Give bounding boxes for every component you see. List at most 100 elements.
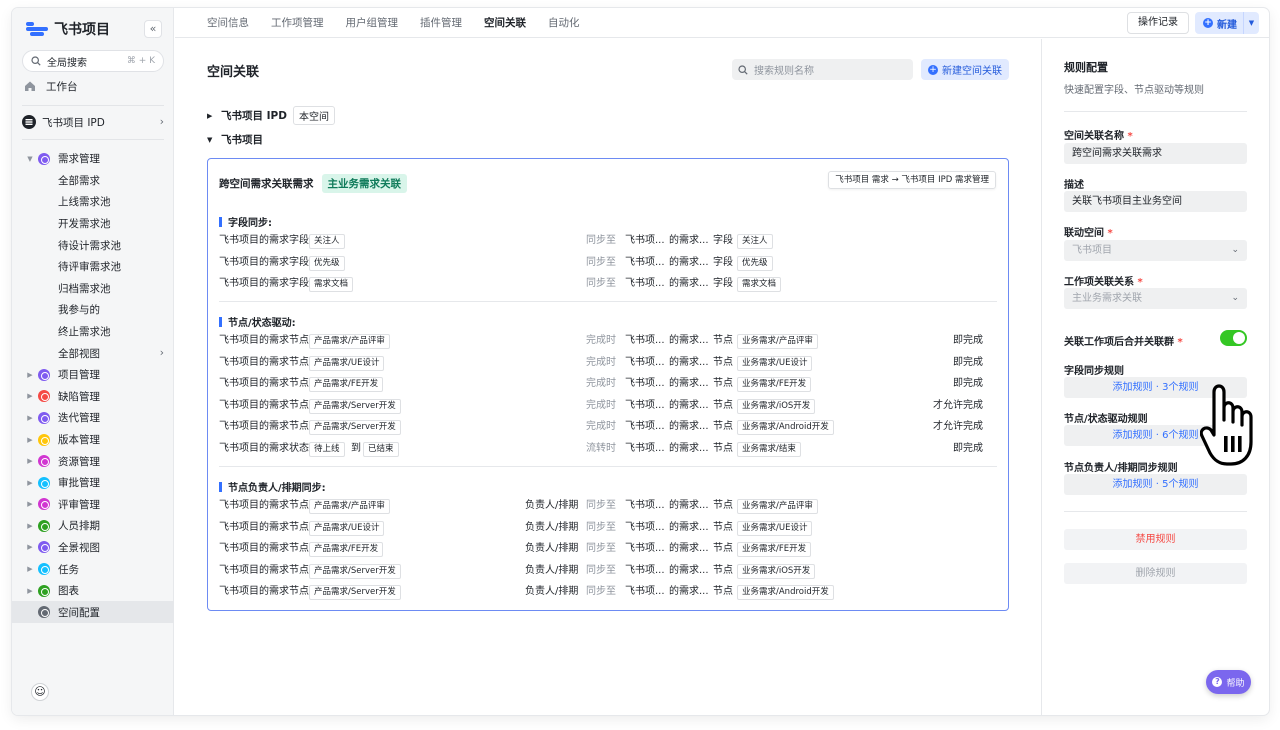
sidebar-module[interactable]: ▶ 全景视图: [12, 537, 174, 559]
sidebar-module[interactable]: ▶ 评审管理: [12, 494, 174, 516]
sidebar-item-label: 归档需求池: [58, 282, 111, 295]
relation-card[interactable]: 跨空间需求关联需求 主业务需求关联 飞书项目 需求 → 飞书项目 IPD 需求管…: [207, 158, 1009, 611]
module-icon: [38, 476, 50, 489]
sidebar-module[interactable]: ▶ 项目管理: [12, 364, 174, 386]
expand-arrow-icon[interactable]: ▶: [22, 543, 38, 551]
rule-row: 飞书项目的需求节点 产品需求/FE开发 负责人/排期 同步至 飞书项... 的需求... 节…: [219, 541, 999, 558]
new-button[interactable]: + 新建 ▼: [1195, 12, 1259, 34]
target-type-label: 的需求...: [669, 586, 709, 598]
expand-arrow-icon[interactable]: ▼: [22, 155, 38, 163]
sidebar-module[interactable]: ▶ 图表: [12, 580, 174, 602]
project-icon: [22, 115, 36, 129]
plus-icon: +: [1203, 18, 1213, 28]
source-chip: 产品需求/FE开发: [309, 542, 384, 558]
tab-5[interactable]: 自动化: [548, 15, 580, 30]
sidebar-item[interactable]: 待评审需求池: [12, 256, 174, 278]
target-type-label: 的需求...: [669, 443, 709, 454]
sidebar-module[interactable]: ▶ 资源管理: [12, 450, 174, 472]
relation-route-badge: 飞书项目 需求 → 飞书项目 IPD 需求管理: [828, 171, 996, 189]
user-avatar[interactable]: ☺: [31, 683, 49, 701]
sidebar-item[interactable]: 待设计需求池: [12, 234, 174, 256]
action-label: 完成时: [586, 421, 616, 433]
delete-rule-button[interactable]: 删除规则: [1064, 563, 1247, 584]
name-input[interactable]: 跨空间需求关联需求: [1064, 143, 1247, 164]
sidebar-module[interactable]: ▼ 需求管理: [12, 148, 174, 170]
expand-arrow-icon[interactable]: ▶: [22, 457, 38, 465]
rule-row: 飞书项目的需求字段 关注人 同步至 飞书项... 的需求... 字段 关注人: [219, 233, 999, 249]
sidebar-item[interactable]: 终止需求池: [12, 321, 174, 343]
tab-1[interactable]: 工作项管理: [271, 15, 324, 30]
expand-arrow-icon[interactable]: ▶: [22, 479, 38, 487]
workbench-link[interactable]: 工作台: [22, 76, 174, 96]
rule-row: 飞书项目的需求节点 产品需求/Server开发 负责人/排期 同步至 飞书项... 的需求…: [219, 584, 999, 601]
source-chip: 产品需求/产品评审: [309, 499, 390, 514]
disable-rule-button[interactable]: 禁用规则: [1064, 529, 1247, 550]
expand-arrow-icon[interactable]: ▶: [22, 392, 38, 400]
app-logo[interactable]: 飞书项目: [26, 18, 110, 40]
sidebar-item-label: 资源管理: [58, 455, 100, 468]
owner-schedule-label: 负责人/排期: [525, 500, 579, 511]
sidebar-item[interactable]: 全部视图 ›: [12, 342, 174, 364]
chevron-down-icon: ⌄: [1231, 245, 1239, 255]
action-label: 同步至: [586, 543, 616, 555]
sidebar-module[interactable]: 空间配置: [12, 601, 174, 624]
operation-record-button[interactable]: 操作记录: [1127, 12, 1189, 34]
sidebar-module[interactable]: ▶ 人员排期: [12, 515, 174, 537]
space-select[interactable]: 飞书项目 ⌄: [1064, 240, 1247, 261]
rule-row: 飞书项目的需求节点 产品需求/产品评审 负责人/排期 同步至 飞书项... 的需求... 节…: [219, 498, 999, 514]
collapse-sidebar-button[interactable]: «: [144, 20, 162, 38]
tab-2[interactable]: 用户组管理: [346, 15, 399, 30]
sidebar-item[interactable]: 上线需求池: [12, 191, 174, 213]
group-ipd[interactable]: ▶ 飞书项目 IPD 本空间: [207, 106, 335, 125]
sidebar-module[interactable]: ▶ 任务: [12, 558, 174, 580]
help-button[interactable]: ? 帮助: [1206, 670, 1251, 694]
expand-arrow-icon[interactable]: ▶: [22, 522, 38, 530]
expand-arrow-icon[interactable]: ▶: [22, 587, 38, 595]
result-label: 即完成: [953, 378, 983, 390]
source-chip: 产品需求/Server开发: [309, 420, 401, 436]
name-label: 空间关联名称 *: [1064, 131, 1133, 142]
tab-3[interactable]: 插件管理: [420, 15, 462, 30]
merge-group-toggle[interactable]: [1220, 330, 1247, 346]
panel-divider: [1064, 111, 1247, 112]
expand-arrow-icon[interactable]: ▶: [22, 565, 38, 573]
expand-arrow-icon[interactable]: ▶: [22, 371, 38, 379]
target-chip: 业务需求/结束: [737, 442, 801, 457]
chevron-down-icon[interactable]: ▼: [1243, 12, 1259, 34]
target-type-label: 的需求...: [669, 564, 709, 576]
global-search[interactable]: 全局搜索 ⌘ + K: [22, 50, 164, 72]
sidebar-module[interactable]: ▶ 迭代管理: [12, 407, 174, 429]
relation-select[interactable]: 主业务需求关联 ⌄: [1064, 288, 1247, 309]
tab-4[interactable]: 空间关联: [484, 15, 526, 30]
sidebar-item[interactable]: 我参与的: [12, 299, 174, 321]
group-feishu[interactable]: ▼ 飞书项目: [207, 132, 263, 147]
expand-arrow-icon[interactable]: ▶: [22, 414, 38, 422]
project-switcher[interactable]: 飞书项目 IPD ›: [22, 111, 164, 133]
panel-divider: [1064, 511, 1247, 512]
new-space-relation-button[interactable]: + 新建空间关联: [921, 59, 1009, 80]
rule-row: 飞书项目的需求节点 产品需求/FE开发 完成时 飞书项... 的需求... 节点 业务需求/…: [219, 376, 999, 393]
module-icon: [38, 411, 50, 424]
target-type-label: 的需求...: [669, 235, 709, 246]
sidebar-module[interactable]: ▶ 版本管理: [12, 429, 174, 451]
tab-0[interactable]: 空间信息: [207, 15, 249, 30]
kind-label: 节点: [713, 543, 733, 555]
sidebar-item[interactable]: 开发需求池: [12, 213, 174, 235]
add-owner-rule-button[interactable]: 添加规则 · 5个规则: [1064, 474, 1247, 495]
sidebar-item[interactable]: 全部需求: [12, 170, 174, 192]
module-icon: [38, 152, 50, 165]
rule-search-input[interactable]: 搜索规则名称: [732, 59, 913, 80]
kind-label: 节点: [713, 564, 733, 576]
desc-input[interactable]: 关联飞书项目主业务空间: [1064, 191, 1247, 212]
sidebar-item[interactable]: 归档需求池: [12, 278, 174, 300]
target-chip: 关注人: [737, 234, 773, 249]
expand-arrow-icon[interactable]: ▶: [22, 436, 38, 444]
sidebar-module[interactable]: ▶ 审批管理: [12, 472, 174, 494]
expand-arrow-icon[interactable]: ▶: [22, 500, 38, 508]
merge-label: 关联工作项后合并关联群 *: [1064, 337, 1183, 348]
rule-row: 飞书项目的需求字段 需求文档 同步至 飞书项... 的需求... 字段 需求文档: [219, 276, 999, 293]
sidebar-module[interactable]: ▶ 缺陷管理: [12, 386, 174, 408]
app-name: 飞书项目: [54, 22, 110, 38]
target-space-label: 飞书项...: [625, 500, 665, 511]
target-type-label: 的需求...: [669, 335, 709, 346]
